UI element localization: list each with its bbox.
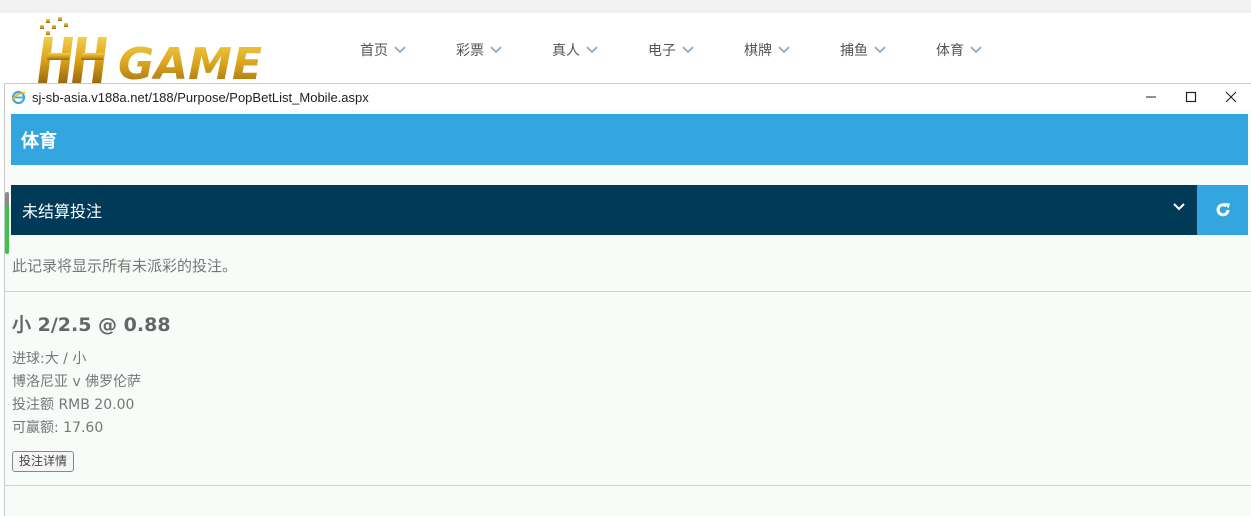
chevron-down-icon xyxy=(778,46,790,54)
hh-game-logo[interactable]: GAME xyxy=(38,15,308,90)
logo-wordmark: GAME xyxy=(118,39,262,85)
nav-item-fishing[interactable]: 捕鱼 xyxy=(840,40,886,60)
bet-stake: 投注额 RMB 20.00 xyxy=(12,397,135,413)
page-title: 体育 xyxy=(21,130,57,152)
chevron-down-icon xyxy=(970,46,982,54)
bet-status-selected: 未结算投注 xyxy=(22,202,103,221)
bet-market: 进球:大 / 小 xyxy=(12,351,87,367)
chevron-down-icon xyxy=(682,46,694,54)
bet-match: 博洛尼亚 v 佛罗伦萨 xyxy=(12,374,142,390)
main-nav: 首页 彩票 真人 电子 棋牌 捕鱼 体育 xyxy=(360,40,1032,60)
minimize-icon xyxy=(1146,96,1156,98)
divider xyxy=(5,485,1251,486)
maximize-icon xyxy=(1185,91,1197,103)
chevron-down-icon xyxy=(586,46,598,54)
refresh-button[interactable] xyxy=(1197,185,1248,235)
bet-title: 小 2/2.5 @ 0.88 xyxy=(12,314,171,336)
site-header: GAME 首页 彩票 真人 电子 棋牌 捕鱼 体育 xyxy=(0,13,1251,90)
top-strip xyxy=(0,0,1251,13)
refresh-icon xyxy=(1216,203,1230,217)
popup-titlebar: sj-sb-asia.v188a.net/188/Purpose/PopBetL… xyxy=(5,84,1251,110)
nav-item-label: 体育 xyxy=(936,43,964,59)
info-text: 此记录将显示所有未派彩的投注。 xyxy=(12,257,238,275)
bet-details-button[interactable]: 投注详情 xyxy=(12,451,75,472)
window-controls xyxy=(1131,84,1251,110)
ie-icon xyxy=(11,90,26,105)
bet-payout: 可赢额: 17.60 xyxy=(12,420,104,436)
minimize-button[interactable] xyxy=(1131,84,1171,110)
bet-list-popup: sj-sb-asia.v188a.net/188/Purpose/PopBetL… xyxy=(4,83,1251,516)
close-icon xyxy=(1225,91,1237,103)
chevron-down-icon xyxy=(490,46,502,54)
nav-item-cards[interactable]: 棋牌 xyxy=(744,40,790,60)
nav-item-live[interactable]: 真人 xyxy=(552,40,598,60)
nav-item-label: 真人 xyxy=(552,43,580,59)
bet-status-select[interactable]: 未结算投注 xyxy=(11,185,1197,235)
chevron-down-icon xyxy=(394,46,406,54)
maximize-button[interactable] xyxy=(1171,84,1211,110)
nav-item-label: 电子 xyxy=(648,43,676,59)
close-button[interactable] xyxy=(1211,84,1251,110)
nav-item-label: 捕鱼 xyxy=(840,43,868,59)
sport-header: 体育 xyxy=(11,114,1248,165)
divider xyxy=(5,291,1251,292)
nav-item-label: 首页 xyxy=(360,43,388,59)
chevron-down-icon xyxy=(1173,203,1185,211)
nav-item-lottery[interactable]: 彩票 xyxy=(456,40,502,60)
nav-item-slots[interactable]: 电子 xyxy=(648,40,694,60)
nav-item-sports[interactable]: 体育 xyxy=(936,40,982,60)
chevron-down-icon xyxy=(874,46,886,54)
nav-item-label: 棋牌 xyxy=(744,43,772,59)
scrollbar-cap xyxy=(5,192,9,206)
popup-url: sj-sb-asia.v188a.net/188/Purpose/PopBetL… xyxy=(32,89,369,105)
nav-item-label: 彩票 xyxy=(456,43,484,59)
nav-item-home[interactable]: 首页 xyxy=(360,40,406,60)
